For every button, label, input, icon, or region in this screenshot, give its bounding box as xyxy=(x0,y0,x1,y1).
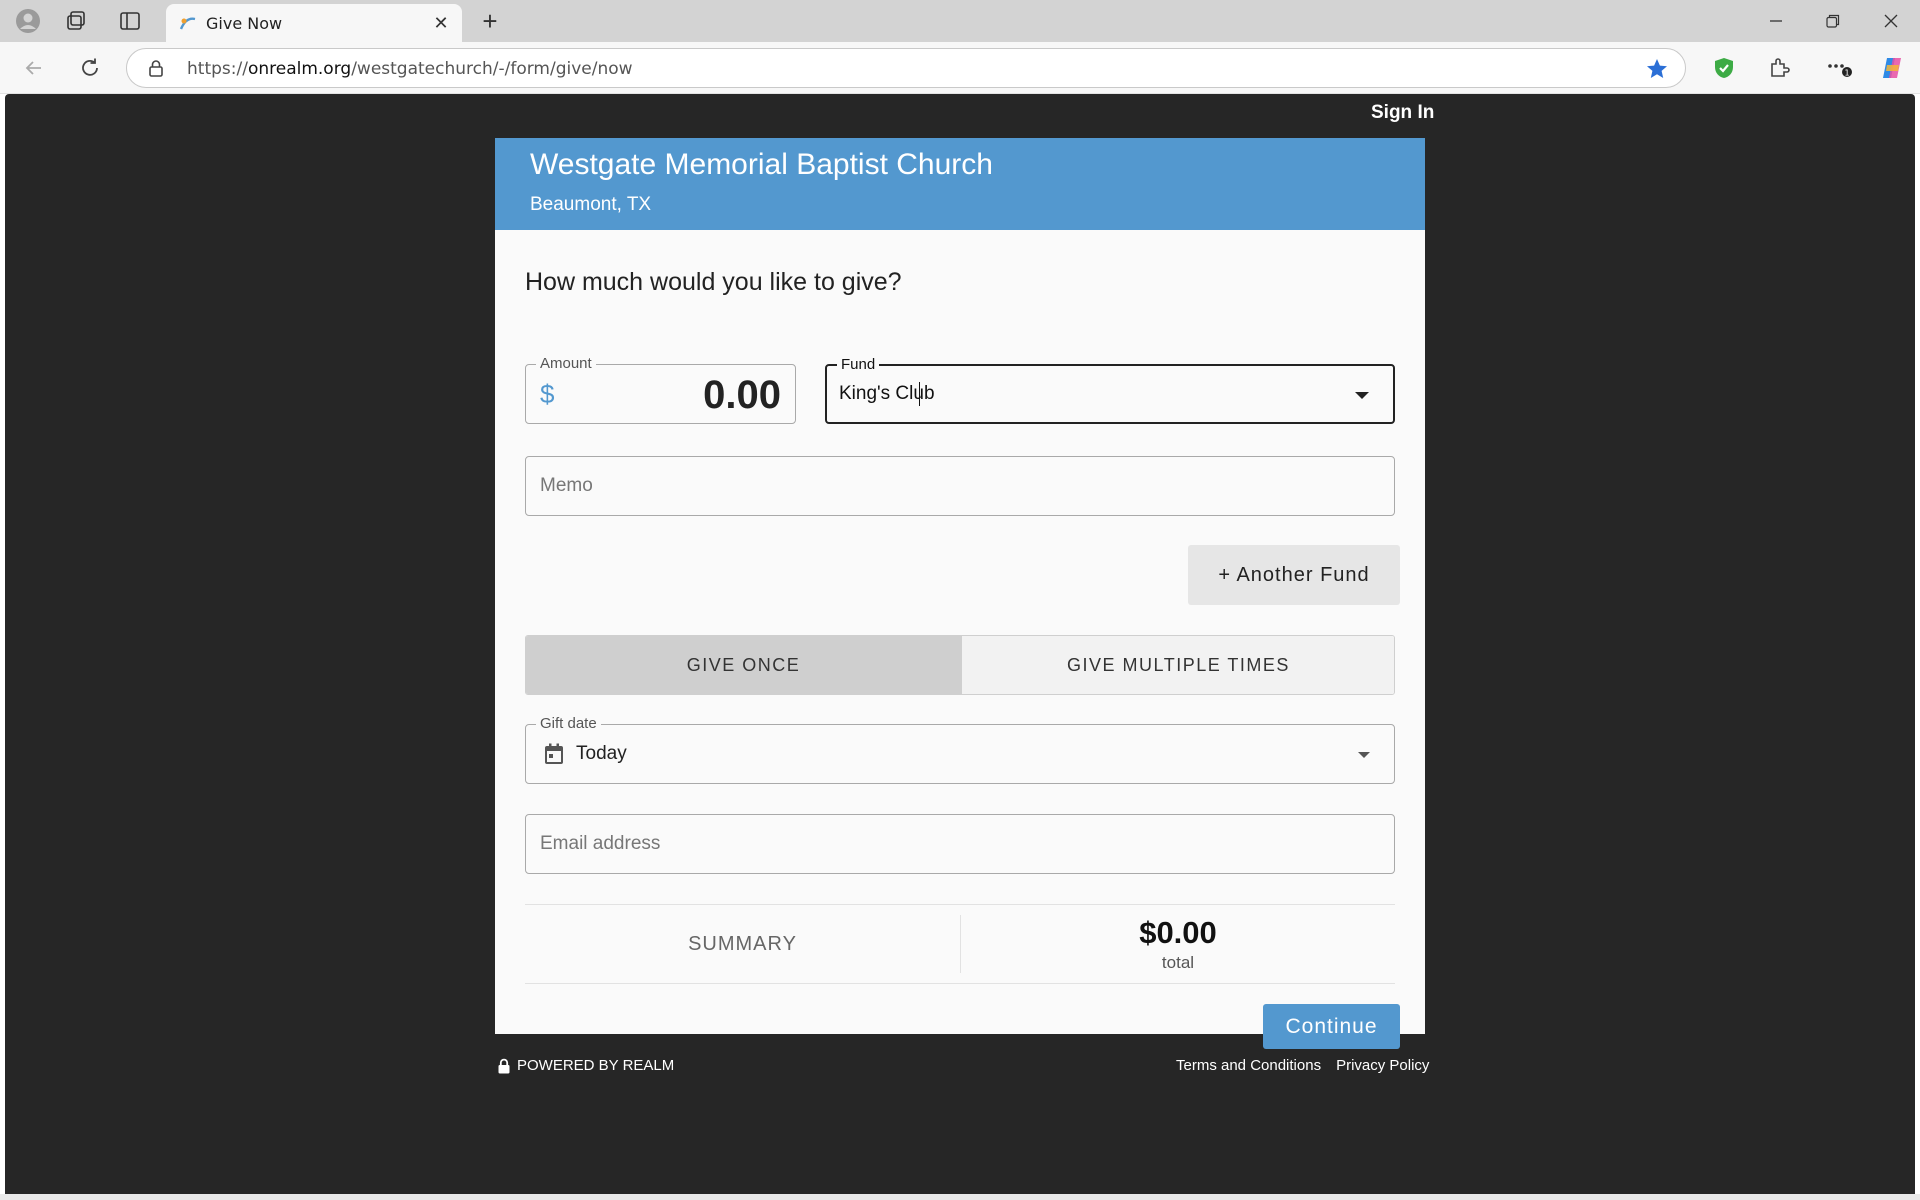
give-form-card: Westgate Memorial Baptist Church Beaumon… xyxy=(495,138,1425,1049)
email-placeholder: Email address xyxy=(540,833,661,854)
chevron-down-icon[interactable] xyxy=(1358,752,1370,758)
memo-input[interactable]: Memo xyxy=(525,456,1395,516)
summary-label[interactable]: SUMMARY xyxy=(525,905,960,983)
summary-total: $0.00 xyxy=(1139,915,1217,950)
terms-link[interactable]: Terms and Conditions xyxy=(1176,1057,1321,1074)
close-window-icon[interactable] xyxy=(1868,6,1914,36)
copilot-icon[interactable] xyxy=(1878,54,1906,82)
browser-toolbar: https://onrealm.org/westgatechurch/-/for… xyxy=(0,42,1920,94)
add-another-fund-button[interactable]: + Another Fund xyxy=(1188,545,1400,605)
svg-text:1: 1 xyxy=(1844,69,1849,78)
fund-label: Fund xyxy=(837,356,880,374)
give-once-button[interactable]: GIVE ONCE xyxy=(526,636,961,694)
amount-field[interactable]: Amount $ 0.00 xyxy=(525,355,796,424)
tab-actions-icon[interactable] xyxy=(116,7,144,35)
restore-icon[interactable] xyxy=(1810,6,1856,36)
amount-label: Amount xyxy=(536,355,596,373)
url-text: https://onrealm.org/westgatechurch/-/for… xyxy=(187,59,633,79)
minimize-icon[interactable] xyxy=(1753,6,1799,36)
address-bar[interactable]: https://onrealm.org/westgatechurch/-/for… xyxy=(126,48,1686,88)
church-location: Beaumont, TX xyxy=(530,194,652,215)
memo-placeholder: Memo xyxy=(540,475,593,496)
gift-date-select[interactable]: Gift date Today xyxy=(525,715,1395,784)
back-icon[interactable] xyxy=(20,54,48,82)
lock-icon xyxy=(498,1058,510,1073)
more-icon[interactable]: 1 xyxy=(1826,54,1854,82)
email-input[interactable]: Email address xyxy=(525,814,1395,874)
summary-section: SUMMARY $0.00 total xyxy=(525,904,1395,984)
powered-by-text[interactable]: POWERED BY REALM xyxy=(517,1057,674,1074)
currency-symbol: $ xyxy=(540,379,555,409)
page-viewport: Sign In Westgate Memorial Baptist Church… xyxy=(5,94,1915,1194)
give-multiple-times-button[interactable]: GIVE MULTIPLE TIMES xyxy=(961,636,1394,694)
gift-date-label: Gift date xyxy=(536,715,601,733)
continue-button[interactable]: Continue xyxy=(1263,1004,1400,1049)
lock-icon[interactable] xyxy=(147,59,165,77)
powered-by: POWERED BY REALM xyxy=(497,1057,674,1074)
frequency-toggle: GIVE ONCE GIVE MULTIPLE TIMES xyxy=(525,635,1395,695)
church-name: Westgate Memorial Baptist Church xyxy=(530,148,993,181)
privacy-link[interactable]: Privacy Policy xyxy=(1336,1057,1429,1074)
refresh-icon[interactable] xyxy=(76,54,104,82)
calendar-icon xyxy=(545,743,563,764)
gift-date-value: Today xyxy=(576,743,627,764)
tab-title: Give Now xyxy=(206,14,283,33)
sign-in-link[interactable]: Sign In xyxy=(1371,102,1434,124)
active-tab[interactable]: Give Now ✕ xyxy=(166,4,462,42)
new-tab-icon[interactable]: + xyxy=(476,8,504,36)
browser-tab-bar: Give Now ✕ + xyxy=(0,0,1920,42)
workspaces-icon[interactable] xyxy=(62,7,90,35)
extensions-icon[interactable] xyxy=(1765,54,1793,82)
fund-value[interactable]: King's Club xyxy=(839,383,935,405)
summary-total-label: total xyxy=(1161,953,1195,972)
chevron-down-icon[interactable] xyxy=(1355,392,1369,399)
profile-icon[interactable] xyxy=(14,7,42,35)
footer-links: Terms and Conditions Privacy Policy xyxy=(1176,1057,1429,1074)
text-cursor xyxy=(919,382,920,406)
close-tab-icon[interactable]: ✕ xyxy=(430,12,452,34)
amount-question: How much would you like to give? xyxy=(525,268,902,296)
favorite-star-icon[interactable] xyxy=(1645,57,1669,81)
window-bottom-edge xyxy=(0,1194,1920,1200)
realm-favicon-icon xyxy=(179,17,196,30)
amount-value[interactable]: 0.00 xyxy=(703,373,781,418)
church-header: Westgate Memorial Baptist Church Beaumon… xyxy=(495,138,1425,230)
shield-extension-icon[interactable] xyxy=(1710,54,1738,82)
fund-select[interactable]: Fund King's Club xyxy=(825,356,1395,424)
